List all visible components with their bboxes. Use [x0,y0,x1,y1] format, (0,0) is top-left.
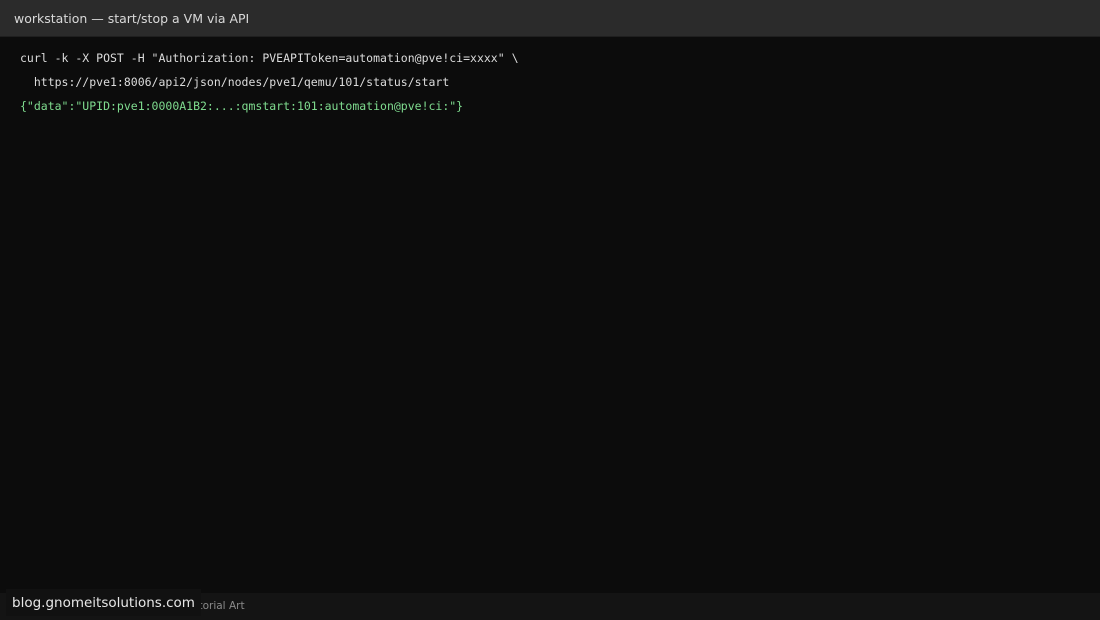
terminal-line-api-url: https://pve1:8006/api2/json/nodes/pve1/q… [20,75,450,89]
terminal-line-curl-command: curl -k -X POST -H "Authorization: PVEAP… [20,51,519,65]
window-titlebar: workstation — start/stop a VM via API [0,0,1100,37]
window-title: workstation — start/stop a VM via API [14,11,250,26]
site-watermark: blog.gnomeitsolutions.com [6,589,201,616]
terminal-line-json-response: {"data":"UPID:pve1:0000A1B2:...:qmstart:… [20,99,464,113]
terminal-output-area[interactable]: curl -k -X POST -H "Authorization: PVEAP… [0,37,1100,593]
